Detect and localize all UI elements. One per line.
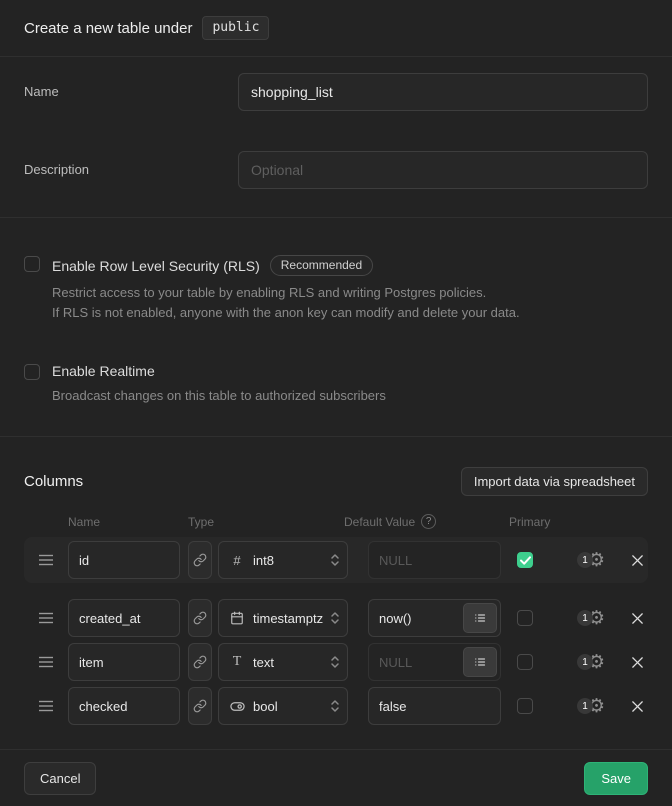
close-icon [631,656,644,669]
rls-checkbox[interactable] [24,256,40,272]
dialog-footer: Cancel Save [0,750,672,806]
link-icon [193,611,207,625]
column-type-label: timestamptz [253,611,329,626]
column-type-select[interactable]: # int8 [218,541,348,579]
calendar-icon [229,611,245,625]
name-label: Name [24,73,238,111]
remove-column-button[interactable] [627,608,647,628]
save-button[interactable]: Save [584,762,648,795]
columns-section: Columns Import data via spreadsheet Name… [0,437,672,750]
header-primary: Primary [509,515,550,529]
column-type-select[interactable]: bool [218,687,348,725]
primary-checkbox[interactable] [517,698,533,714]
primary-checkbox[interactable] [517,610,533,626]
close-icon [631,700,644,713]
drag-handle-icon[interactable] [24,655,68,669]
realtime-option: Enable Realtime Broadcast changes on thi… [24,363,648,406]
text-icon: T [229,654,245,670]
chevron-updown-icon [329,553,341,567]
foreign-key-link-button[interactable] [188,599,212,637]
chevron-updown-icon [329,611,341,625]
link-icon [193,655,207,669]
default-value-menu-button[interactable] [463,603,497,633]
drag-handle-icon[interactable] [24,699,68,713]
column-type-label: bool [253,699,329,714]
close-icon [631,612,644,625]
column-row-checked: bool 1 ⚙ [24,687,648,725]
remove-column-button[interactable] [627,550,647,570]
list-icon [474,656,486,668]
column-name-input[interactable] [68,541,180,579]
recommended-badge: Recommended [270,255,373,276]
rls-description-line2: If RLS is not enabled, anyone with the a… [52,303,520,323]
primary-checkbox[interactable] [517,552,533,568]
drag-handle-icon[interactable] [24,611,68,625]
table-name-input[interactable] [238,73,648,111]
default-value-input [368,541,501,579]
toggle-icon [229,699,245,714]
cancel-button[interactable]: Cancel [24,762,96,795]
settings-count-badge: 1 [577,552,593,568]
column-row-item: T text 1 ⚙ [24,643,648,681]
realtime-checkbox[interactable] [24,364,40,380]
primary-checkbox[interactable] [517,654,533,670]
check-icon [520,556,531,565]
dialog-title: Create a new table under [24,20,192,37]
header-name: Name [68,515,188,529]
dialog-header: Create a new table under public [0,0,672,57]
column-settings: 1 ⚙ [577,609,617,628]
schema-badge: public [202,16,269,40]
table-options-section: Enable Row Level Security (RLS) Recommen… [0,218,672,437]
default-value-input[interactable] [368,687,501,725]
foreign-key-link-button[interactable] [188,541,212,579]
rls-description-line1: Restrict access to your table by enablin… [52,283,520,303]
table-info-section: Name Description [0,57,672,218]
column-row-id-panel: # int8 1 ⚙ [24,537,648,583]
header-default-value: Default Value [344,515,415,529]
chevron-updown-icon [329,699,341,713]
help-icon[interactable]: ? [421,514,436,529]
table-description-input[interactable] [238,151,648,189]
import-spreadsheet-button[interactable]: Import data via spreadsheet [461,467,648,496]
close-icon [631,554,644,567]
column-name-input[interactable] [68,643,180,681]
realtime-description: Broadcast changes on this table to autho… [52,386,386,406]
column-name-input[interactable] [68,599,180,637]
link-icon [193,553,207,567]
rls-option: Enable Row Level Security (RLS) Recommen… [24,255,648,323]
link-icon [193,699,207,713]
settings-count-badge: 1 [577,698,593,714]
remove-column-button[interactable] [627,696,647,716]
column-row-created-at: timestamptz 1 ⚙ [24,599,648,637]
hash-icon: # [229,553,245,568]
columns-grid-headers: Name Type Default Value ? Primary [24,514,648,529]
column-type-label: text [253,655,329,670]
column-settings: 1 ⚙ [577,653,617,672]
list-icon [474,612,486,624]
realtime-label: Enable Realtime [52,363,155,379]
settings-count-badge: 1 [577,610,593,626]
settings-count-badge: 1 [577,654,593,670]
column-row-id: # int8 1 ⚙ [24,541,648,579]
drag-handle-icon[interactable] [24,553,68,567]
chevron-updown-icon [329,655,341,669]
columns-title: Columns [24,473,83,490]
column-settings: 1 ⚙ [577,697,617,716]
column-settings: 1 ⚙ [577,551,617,570]
column-type-select[interactable]: T text [218,643,348,681]
description-label: Description [24,151,238,189]
foreign-key-link-button[interactable] [188,643,212,681]
foreign-key-link-button[interactable] [188,687,212,725]
header-type: Type [188,515,344,529]
column-name-input[interactable] [68,687,180,725]
rls-label: Enable Row Level Security (RLS) [52,258,260,274]
column-type-select[interactable]: timestamptz [218,599,348,637]
remove-column-button[interactable] [627,652,647,672]
default-value-menu-button[interactable] [463,647,497,677]
column-type-label: int8 [253,553,329,568]
